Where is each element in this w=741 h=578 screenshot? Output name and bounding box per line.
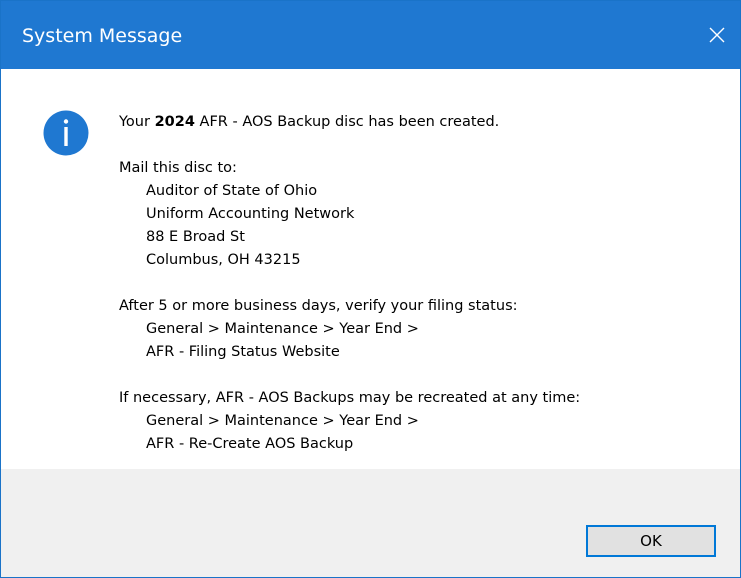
verify-path-line: AFR - Filing Status Website <box>146 344 340 360</box>
system-message-dialog: System Message Your 2024 AFR - AOS Backu… <box>0 0 741 578</box>
recreate-path-line: AFR - Re-Create AOS Backup <box>146 436 354 452</box>
close-button[interactable] <box>694 1 740 69</box>
mail-heading: Mail this disc to: <box>119 160 237 176</box>
info-icon <box>43 110 89 156</box>
message-prefix: Your <box>119 114 150 130</box>
address-line: Columbus, OH 43215 <box>146 252 301 268</box>
close-icon <box>709 27 725 43</box>
title-bar[interactable]: System Message <box>1 1 740 69</box>
message-text: Your 2024 AFR - AOS Backup disc has been… <box>119 111 580 456</box>
window-title: System Message <box>22 25 183 47</box>
recreate-heading: If necessary, AFR - AOS Backups may be r… <box>119 390 581 406</box>
message-line-created: Your 2024 AFR - AOS Backup disc has been… <box>119 111 580 134</box>
address-line: Uniform Accounting Network <box>146 206 355 222</box>
recreate-path-line: General > Maintenance > Year End > <box>146 413 419 429</box>
button-bar: OK <box>1 469 740 577</box>
address-line: 88 E Broad St <box>146 229 245 245</box>
message-suffix: AFR - AOS Backup disc has been created. <box>199 114 500 130</box>
verify-heading: After 5 or more business days, verify yo… <box>119 298 518 314</box>
address-line: Auditor of State of Ohio <box>146 183 318 199</box>
year-value: 2024 <box>154 114 195 130</box>
verify-path-line: General > Maintenance > Year End > <box>146 321 419 337</box>
ok-button[interactable]: OK <box>586 525 716 557</box>
message-area: Your 2024 AFR - AOS Backup disc has been… <box>1 69 740 469</box>
